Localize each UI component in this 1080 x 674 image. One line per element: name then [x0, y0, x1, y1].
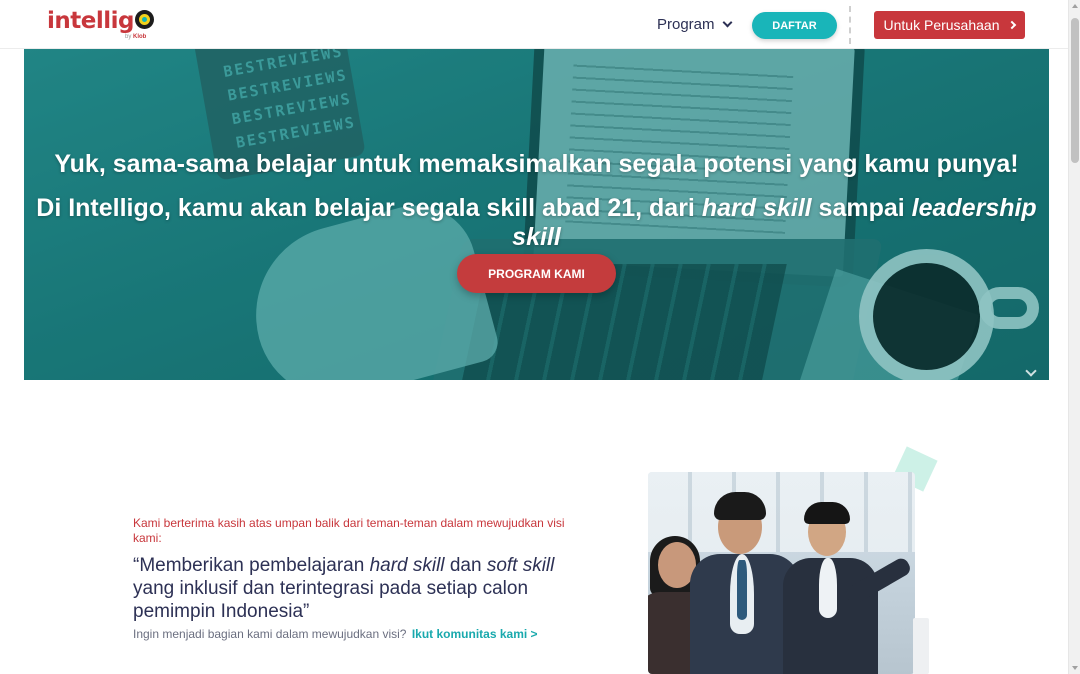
scroll-up-arrow-icon[interactable]	[1072, 4, 1078, 8]
scroll-thumb[interactable]	[1071, 18, 1079, 163]
decorative-bar	[913, 618, 929, 674]
person-man-right-hair	[804, 502, 850, 524]
nav-program-label: Program	[657, 16, 715, 33]
person-man-center-tie	[737, 560, 747, 620]
team-photo	[648, 472, 915, 674]
header-divider	[849, 6, 851, 44]
daftar-button[interactable]: DAFTAR	[752, 12, 837, 39]
nav-program-dropdown[interactable]: Program	[657, 16, 732, 33]
chevron-down-icon	[722, 17, 732, 28]
person-man-center-hair	[714, 492, 766, 520]
hero-banner: BESTREVIEWS BESTREVIEWS BESTREVIEWS BEST…	[24, 49, 1049, 380]
visi-question: Ingin menjadi bagian kami dalam mewujudk…	[133, 627, 407, 641]
program-kami-button[interactable]: PROGRAM KAMI	[457, 254, 616, 293]
mission-visi-line: Ingin menjadi bagian kami dalam mewujudk…	[133, 627, 538, 641]
logo-byline: by Klob	[125, 34, 147, 40]
page-scrollbar[interactable]	[1068, 0, 1080, 674]
mission-thanks-text: Kami berterima kasih atas umpan balik da…	[133, 516, 565, 545]
intelligo-logo[interactable]: intellig by Klob	[47, 8, 154, 44]
logo-wordmark: intellig	[47, 8, 134, 34]
site-header: intellig by Klob Program DAFTAR Untuk Pe…	[0, 0, 1068, 49]
chevron-right-icon	[1008, 20, 1017, 30]
untuk-perusahaan-button[interactable]: Untuk Perusahaan	[874, 11, 1025, 39]
untuk-perusahaan-label: Untuk Perusahaan	[883, 17, 1000, 33]
scroll-down-arrow-icon[interactable]	[1072, 666, 1078, 670]
logo-brand: Klob	[133, 34, 147, 40]
person-man-right-shirt	[819, 558, 837, 618]
mission-quote: “Memberikan pembelajaran hard skill dan …	[133, 555, 555, 622]
hero-subheadline: Di Intelligo, kamu akan belajar segala s…	[36, 194, 1037, 251]
ikut-komunitas-link[interactable]: Ikut komunitas kami >	[412, 627, 538, 641]
hero-headline: Yuk, sama-sama belajar untuk memaksimalk…	[54, 150, 1019, 178]
logo-target-icon	[134, 10, 154, 29]
